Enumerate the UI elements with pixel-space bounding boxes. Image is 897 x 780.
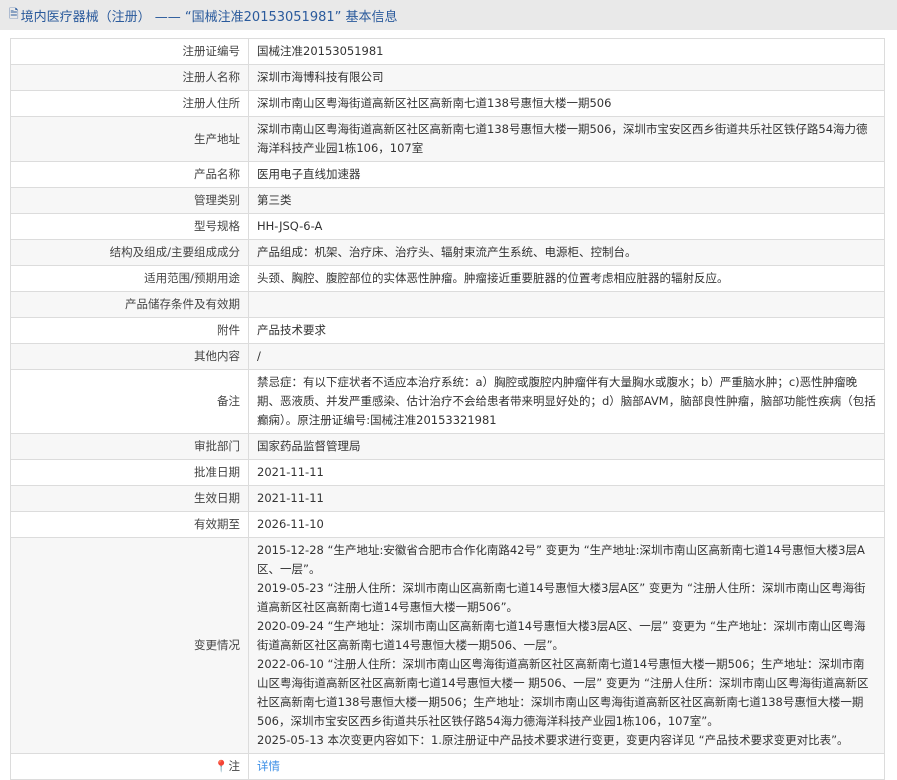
table-row: 附件 产品技术要求 — [10, 317, 885, 344]
row-value: 深圳市南山区粤海街道高新区社区高新南七道138号惠恒大楼一期506，深圳市宝安区… — [248, 116, 885, 162]
table-row: 注册证编号 国械注准20153051981 — [10, 38, 885, 65]
table-row: 审批部门 国家药品监督管理局 — [10, 433, 885, 460]
row-label: 其他内容 — [10, 343, 249, 370]
page-header: 🗎 境内医疗器械（注册） —— “国械注准20153051981” 基本信息 — [0, 0, 897, 30]
table-row: 有效期至 2026-11-10 — [10, 511, 885, 538]
row-label: 管理类别 — [10, 187, 249, 214]
row-value: 第三类 — [248, 187, 885, 214]
row-label: 附件 — [10, 317, 249, 344]
change-entry: 2015-12-28 “生产地址:安徽省合肥市合作化南路42号” 变更为 “生产… — [257, 543, 865, 576]
table-row: 适用范围/预期用途 头颈、胸腔、腹腔部位的实体恶性肿瘤。肿瘤接近重要脏器的位置考虑… — [10, 265, 885, 292]
table-row: 注册人名称 深圳市海博科技有限公司 — [10, 64, 885, 91]
row-value: 2021-11-11 — [248, 485, 885, 512]
row-label: 型号规格 — [10, 213, 249, 240]
row-label: 注 — [228, 759, 241, 773]
note-label-cell: 📍注 — [10, 753, 249, 780]
table-row: 管理类别 第三类 — [10, 187, 885, 214]
table-row: 注册人住所 深圳市南山区粤海街道高新区社区高新南七道138号惠恒大楼一期506 — [10, 90, 885, 117]
row-value: 产品组成：机架、治疗床、治疗头、辐射束流产生系统、电源柜、控制台。 — [248, 239, 885, 266]
table-row: 生产地址 深圳市南山区粤海街道高新区社区高新南七道138号惠恒大楼一期506，深圳… — [10, 116, 885, 162]
change-history: 2015-12-28 “生产地址:安徽省合肥市合作化南路42号” 变更为 “生产… — [248, 537, 885, 754]
table-row: 批准日期 2021-11-11 — [10, 459, 885, 486]
table-row: 生效日期 2021-11-11 — [10, 485, 885, 512]
document-icon: 🗎 — [9, 6, 19, 21]
table-row-note: 📍注 详情 — [10, 753, 885, 780]
row-label: 审批部门 — [10, 433, 249, 460]
row-value: 禁忌症：有以下症状者不适应本治疗系统：a）胸腔或腹腔内肿瘤伴有大量胸水或腹水；b… — [248, 369, 885, 434]
row-value: 国械注准20153051981 — [248, 38, 885, 65]
row-label: 产品名称 — [10, 161, 249, 188]
row-value: / — [248, 343, 885, 370]
table-row: 型号规格 HH-JSQ-6-A — [10, 213, 885, 240]
row-label: 注册人名称 — [10, 64, 249, 91]
row-value: 深圳市南山区粤海街道高新区社区高新南七道138号惠恒大楼一期506 — [248, 90, 885, 117]
row-value: 产品技术要求 — [248, 317, 885, 344]
page-title: 境内医疗器械（注册） —— “国械注准20153051981” 基本信息 — [20, 9, 398, 25]
row-value: 国家药品监督管理局 — [248, 433, 885, 460]
row-value: HH-JSQ-6-A — [248, 213, 885, 240]
row-value: 医用电子直线加速器 — [248, 161, 885, 188]
map-pin-icon: 📍 — [214, 759, 229, 773]
row-label: 结构及组成/主要组成成分 — [10, 239, 249, 266]
row-value — [248, 291, 885, 318]
row-label: 适用范围/预期用途 — [10, 265, 249, 292]
row-label: 变更情况 — [10, 537, 249, 754]
details-link[interactable]: 详情 — [257, 759, 280, 773]
row-value: 头颈、胸腔、腹腔部位的实体恶性肿瘤。肿瘤接近重要脏器的位置考虑相应脏器的辐射反应… — [248, 265, 885, 292]
table-row: 产品名称 医用电子直线加速器 — [10, 161, 885, 188]
row-label: 产品储存条件及有效期 — [10, 291, 249, 318]
table-row: 备注 禁忌症：有以下症状者不适应本治疗系统：a）胸腔或腹腔内肿瘤伴有大量胸水或腹水… — [10, 369, 885, 434]
change-entry: 2022-06-10 “注册人住所：深圳市南山区粤海街道高新区社区高新南七道14… — [257, 657, 869, 728]
row-value: 2021-11-11 — [248, 459, 885, 486]
change-entry: 2019-05-23 “注册人住所：深圳市南山区高新南七道14号惠恒大楼3层A区… — [257, 581, 866, 614]
info-table: 注册证编号 国械注准20153051981 注册人名称 深圳市海博科技有限公司 注册人住… — [10, 38, 885, 780]
table-row: 产品储存条件及有效期 — [10, 291, 885, 318]
row-label: 注册人住所 — [10, 90, 249, 117]
row-label: 备注 — [10, 369, 249, 434]
table-row-changes: 变更情况 2015-12-28 “生产地址:安徽省合肥市合作化南路42号” 变更为… — [10, 537, 885, 754]
row-value: 深圳市海博科技有限公司 — [248, 64, 885, 91]
row-label: 注册证编号 — [10, 38, 249, 65]
row-label: 生产地址 — [10, 116, 249, 162]
row-label: 批准日期 — [10, 459, 249, 486]
table-row: 其他内容 / — [10, 343, 885, 370]
row-label: 有效期至 — [10, 511, 249, 538]
row-value: 2026-11-10 — [248, 511, 885, 538]
row-label: 生效日期 — [10, 485, 249, 512]
table-row: 结构及组成/主要组成成分 产品组成：机架、治疗床、治疗头、辐射束流产生系统、电源柜… — [10, 239, 885, 266]
change-entry: 2020-09-24 “生产地址：深圳市南山区高新南七道14号惠恒大楼3层A区、… — [257, 619, 866, 652]
